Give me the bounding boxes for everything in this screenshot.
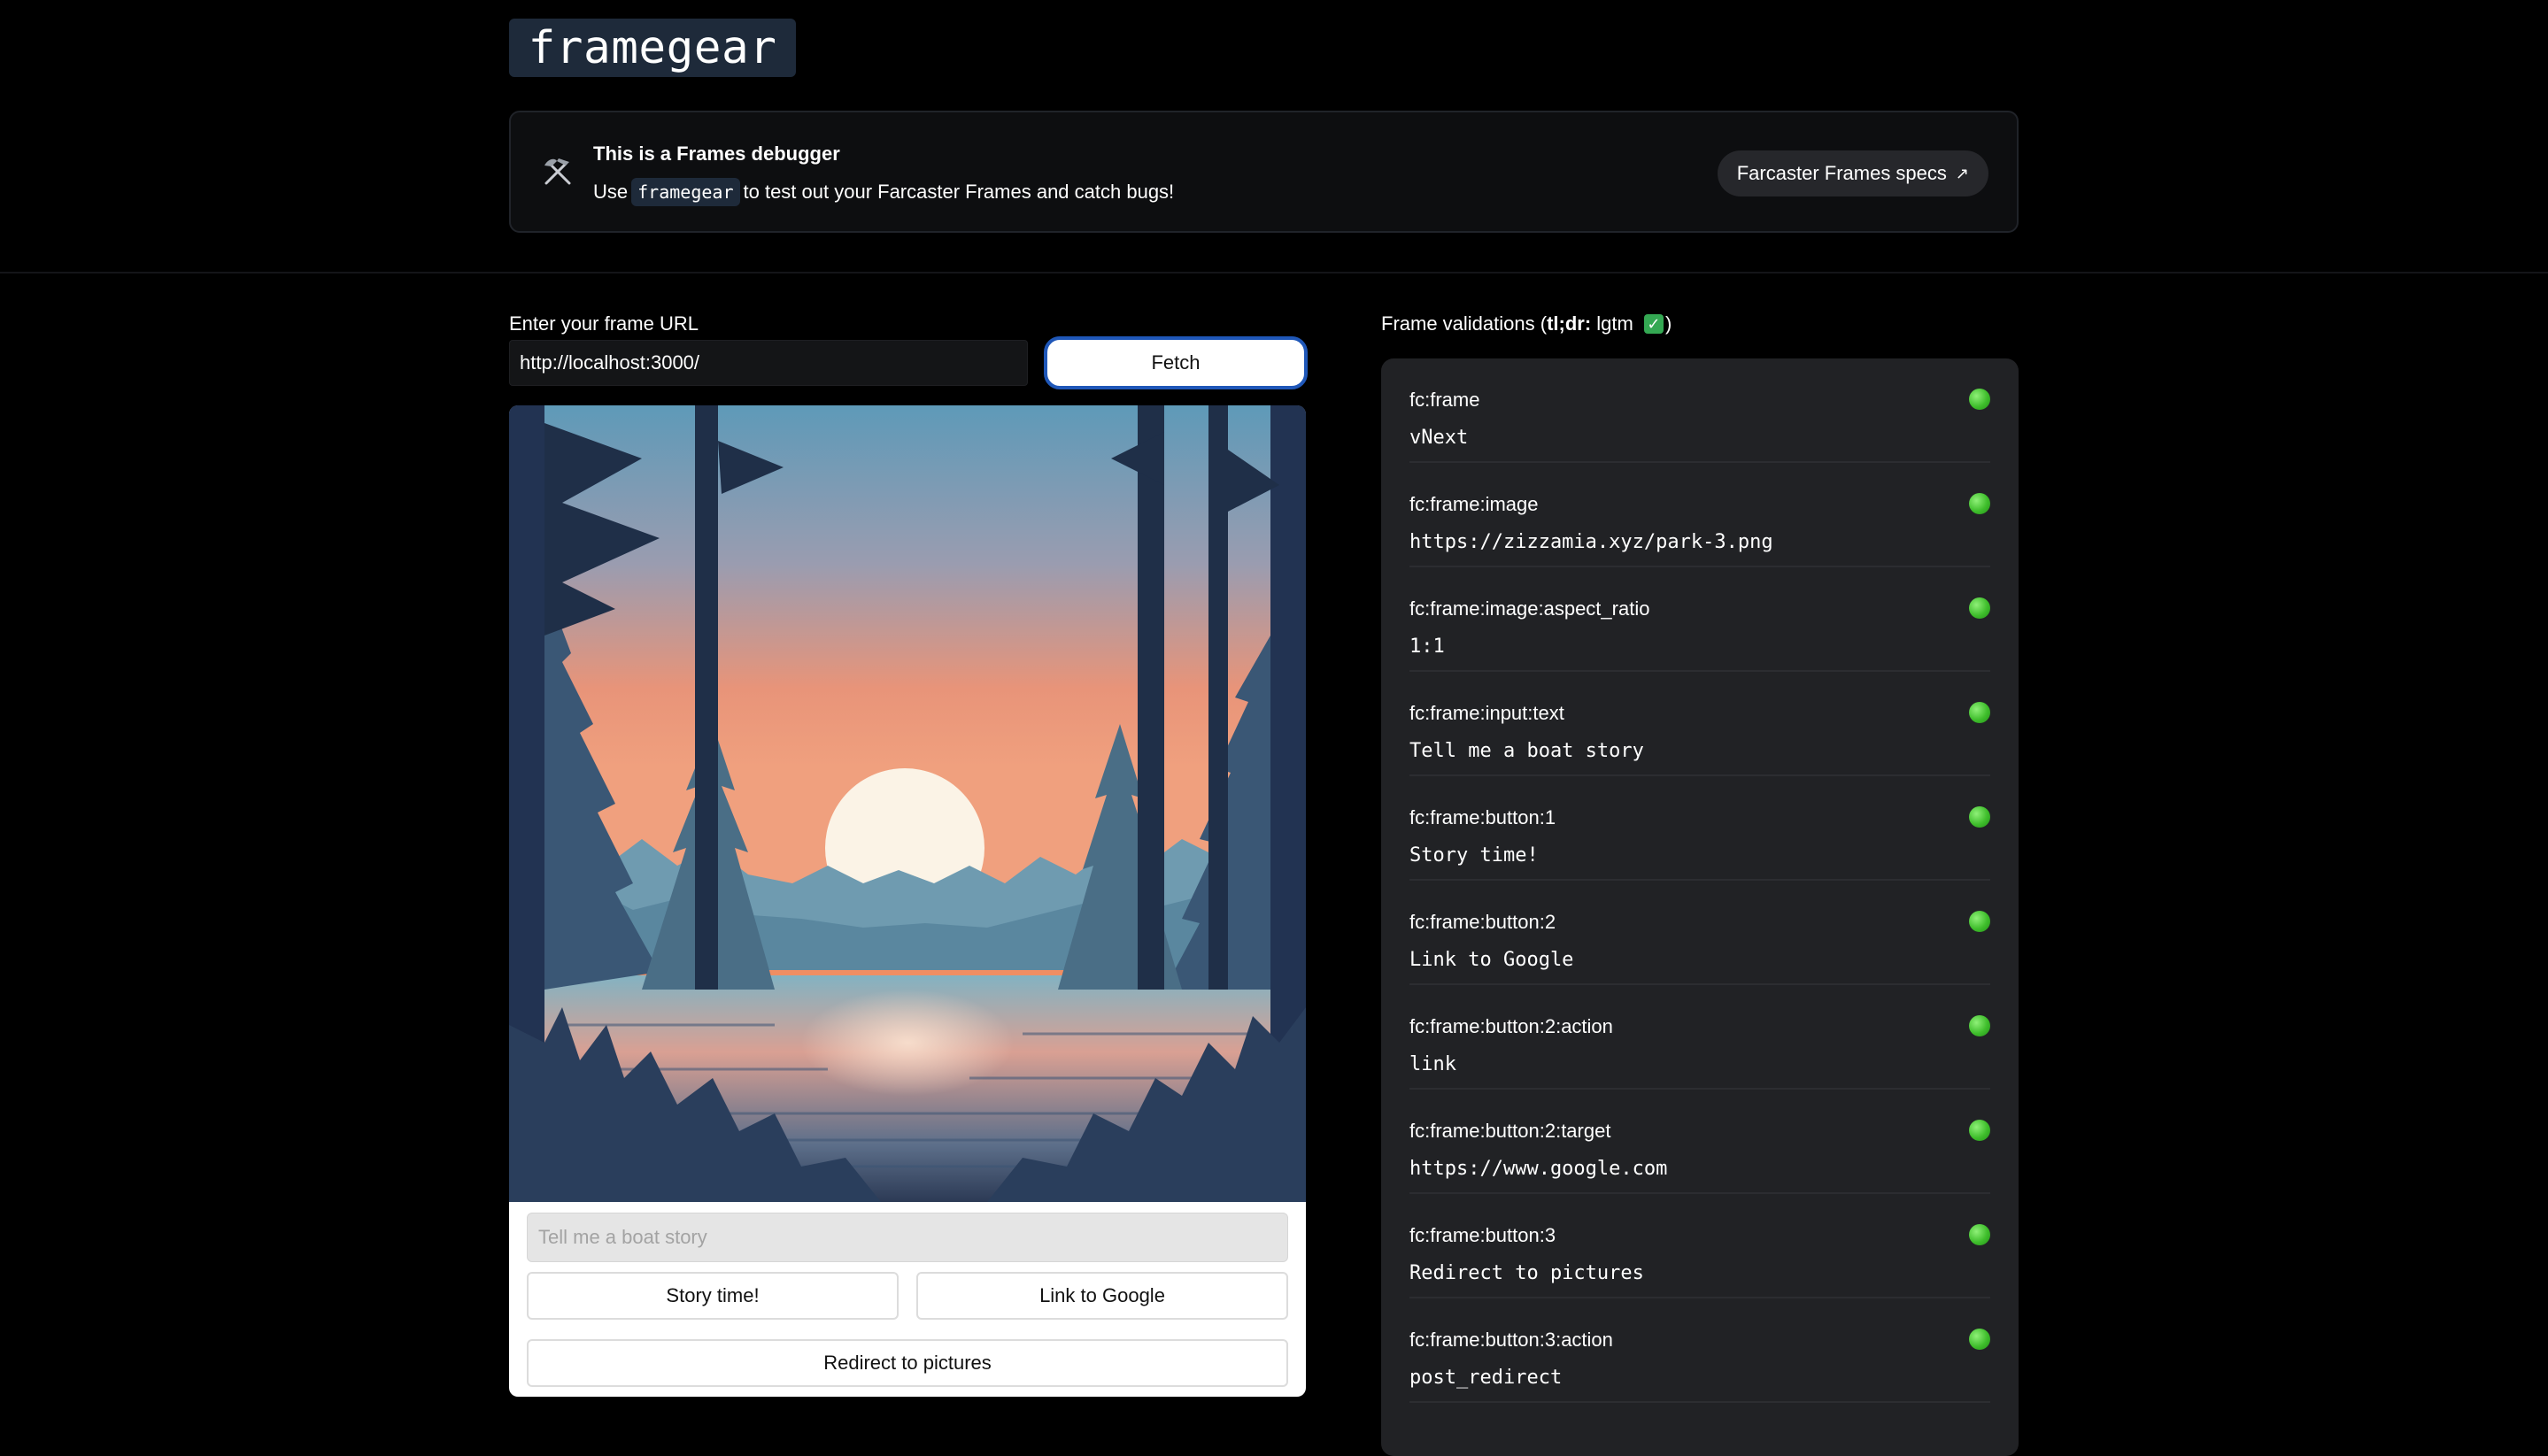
- validation-value: https://www.google.com: [1409, 1158, 1668, 1180]
- specs-button-label: Farcaster Frames specs: [1736, 162, 1947, 184]
- validations-heading-suffix: ): [1664, 312, 1672, 335]
- valid-status-icon: [1969, 1120, 1990, 1141]
- validation-value: post_redirect: [1409, 1367, 1563, 1389]
- frame-button-link-to-google[interactable]: Link to Google: [916, 1272, 1288, 1320]
- fetch-button[interactable]: Fetch: [1044, 336, 1308, 389]
- frame-preview: Story time! Link to Google Redirect to p…: [509, 405, 1306, 1397]
- validations-heading-prefix: Frame validations (: [1381, 312, 1548, 335]
- validation-key: fc:frame:button:2:target: [1409, 1120, 1611, 1142]
- validation-key: fc:frame:button:2: [1409, 911, 1556, 933]
- validations-heading-text: lgtm: [1591, 312, 1639, 335]
- validation-value: Tell me a boat story: [1409, 740, 1644, 762]
- validation-value: Link to Google: [1409, 949, 1574, 971]
- banner-desc-before: Use: [593, 181, 629, 203]
- valid-status-icon: [1969, 1015, 1990, 1036]
- url-label: Enter your frame URL: [509, 312, 699, 335]
- check-mark-icon: ✓: [1643, 314, 1664, 334]
- frame-url-input[interactable]: [509, 340, 1028, 386]
- validation-key: fc:frame:button:1: [1409, 806, 1556, 828]
- valid-status-icon: [1969, 597, 1990, 619]
- validation-key: fc:frame: [1409, 389, 1480, 411]
- validation-key: fc:frame:image: [1409, 493, 1539, 515]
- banner-title: This is a Frames debugger: [593, 143, 840, 165]
- valid-status-icon: [1969, 702, 1990, 723]
- validation-row: fc:frame:button:1 Story time!: [1409, 776, 1990, 881]
- valid-status-icon: [1969, 1224, 1990, 1245]
- validation-key: fc:frame:button:3:action: [1409, 1329, 1613, 1351]
- validation-value: link: [1409, 1053, 1456, 1075]
- validation-key: fc:frame:input:text: [1409, 702, 1564, 724]
- validation-value: https://zizzamia.xyz/park-3.png: [1409, 531, 1773, 553]
- validation-value: Redirect to pictures: [1409, 1262, 1644, 1284]
- validation-key: fc:frame:button:2:action: [1409, 1015, 1613, 1037]
- frame-text-input[interactable]: [527, 1213, 1288, 1262]
- validation-value: Story time!: [1409, 844, 1539, 867]
- validation-key: fc:frame:button:3: [1409, 1224, 1556, 1246]
- validation-row: fc:frame:button:3 Redirect to pictures: [1409, 1194, 1990, 1298]
- valid-status-icon: [1969, 389, 1990, 410]
- frame-button-redirect-to-pictures[interactable]: Redirect to pictures: [527, 1339, 1288, 1387]
- validations-heading: Frame validations ( tl;dr: lgtm ✓ ): [1381, 312, 1672, 335]
- hammer-pick-icon: [544, 158, 571, 185]
- frame-image: [509, 405, 1306, 1202]
- valid-status-icon: [1969, 1329, 1990, 1350]
- info-banner: This is a Frames debugger Use framegear …: [509, 111, 2019, 233]
- header-divider: [0, 272, 2548, 273]
- banner-desc-after: to test out your Farcaster Frames and ca…: [743, 181, 1175, 203]
- validation-row: fc:frame:image:aspect_ratio 1:1: [1409, 567, 1990, 672]
- validation-value: 1:1: [1409, 636, 1445, 658]
- validation-row: fc:frame vNext: [1409, 358, 1990, 463]
- validation-row: fc:frame:input:text Tell me a boat story: [1409, 672, 1990, 776]
- validation-value: vNext: [1409, 427, 1469, 449]
- banner-code-chip: framegear: [631, 178, 740, 206]
- app-logo: framegear: [509, 19, 796, 77]
- validation-row: fc:frame:image https://zizzamia.xyz/park…: [1409, 463, 1990, 567]
- frames-specs-link-button[interactable]: Farcaster Frames specs ↗: [1717, 150, 1988, 196]
- validation-row: fc:frame:button:2:action link: [1409, 985, 1990, 1090]
- validation-row: fc:frame:button:3:action post_redirect: [1409, 1298, 1990, 1403]
- valid-status-icon: [1969, 911, 1990, 932]
- valid-status-icon: [1969, 806, 1990, 828]
- validations-panel: fc:frame vNext fc:frame:image https://zi…: [1381, 358, 2019, 1456]
- validation-row: fc:frame:button:2 Link to Google: [1409, 881, 1990, 985]
- validation-key: fc:frame:image:aspect_ratio: [1409, 597, 1650, 620]
- external-link-icon: ↗: [1955, 164, 1969, 182]
- validation-row: fc:frame:button:2:target https://www.goo…: [1409, 1090, 1990, 1194]
- banner-description: Use framegear to test out your Farcaster…: [593, 178, 1174, 206]
- frame-button-story-time[interactable]: Story time!: [527, 1272, 899, 1320]
- validations-heading-bold: tl;dr:: [1547, 312, 1592, 335]
- valid-status-icon: [1969, 493, 1990, 514]
